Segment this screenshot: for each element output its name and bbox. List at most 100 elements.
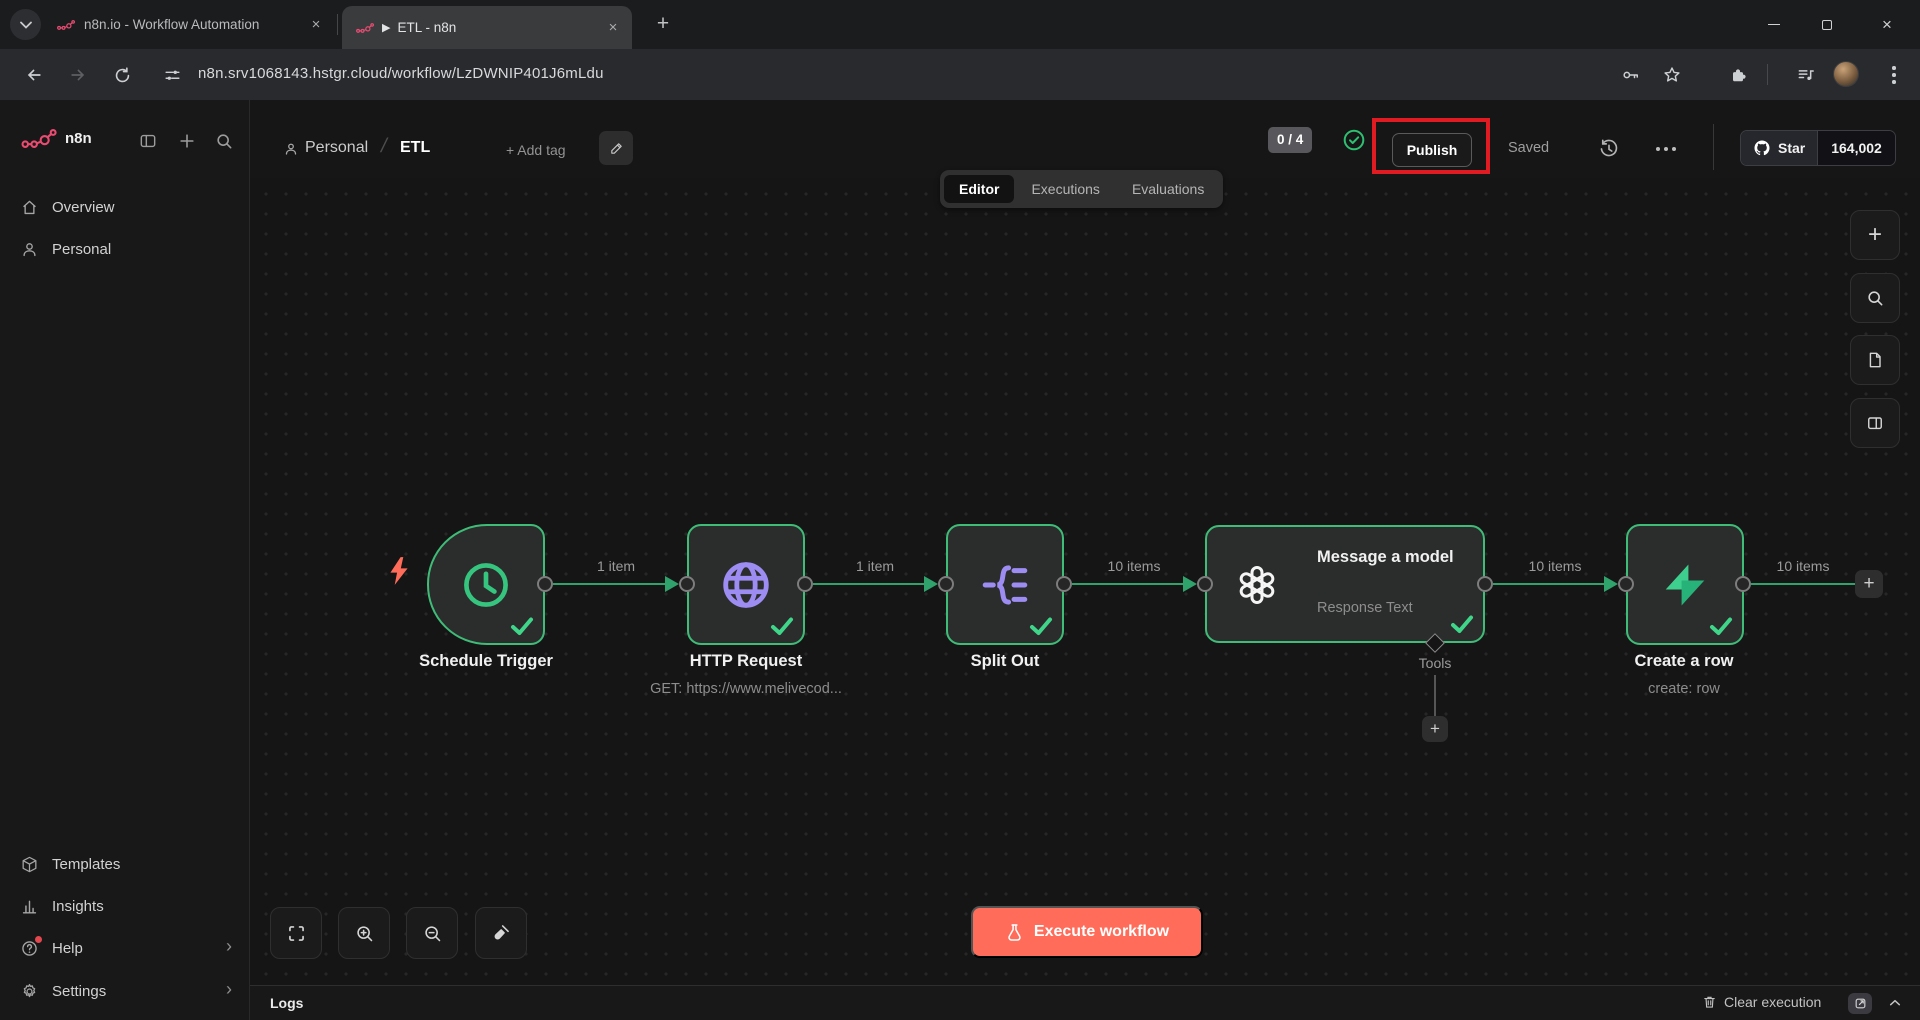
input-endpoint[interactable] xyxy=(1197,576,1213,592)
version-history-icon[interactable] xyxy=(1598,138,1620,160)
github-star-widget[interactable]: Star 164,002 xyxy=(1740,130,1896,166)
sidebar-item-personal[interactable]: Personal xyxy=(0,232,250,266)
output-endpoint[interactable] xyxy=(1477,576,1493,592)
profile-avatar[interactable] xyxy=(1833,61,1859,87)
split-panel-icon xyxy=(1865,413,1885,433)
back-button[interactable] xyxy=(22,63,46,87)
output-endpoint[interactable] xyxy=(1056,576,1072,592)
connection-line[interactable] xyxy=(553,583,665,585)
sidebar-item-overview[interactable]: Overview xyxy=(0,190,250,224)
node-schedule-trigger[interactable] xyxy=(427,524,545,645)
success-check-icon xyxy=(1450,614,1474,634)
n8n-favicon-icon xyxy=(356,22,374,34)
output-endpoint[interactable] xyxy=(797,576,813,592)
node-split-out[interactable] xyxy=(946,524,1064,645)
connection-line[interactable] xyxy=(1493,583,1604,585)
saved-status: Saved xyxy=(1508,140,1549,156)
screen: n8n.io - Workflow Automation × ▶ ETL - n… xyxy=(0,0,1920,1020)
logs-panel-bar[interactable]: Logs Clear execution xyxy=(250,985,1920,1020)
zoom-to-fit-button[interactable] xyxy=(270,907,322,959)
node-http-request[interactable] xyxy=(687,524,805,645)
tab-close-icon[interactable]: × xyxy=(307,16,325,34)
reload-button[interactable] xyxy=(110,63,134,87)
breadcrumb-project[interactable]: Personal xyxy=(305,139,368,157)
input-endpoint[interactable] xyxy=(1618,576,1634,592)
tab-editor[interactable]: Editor xyxy=(944,175,1014,203)
open-nodes-panel-button[interactable]: + xyxy=(1850,210,1900,260)
sidebar-item-templates[interactable]: Templates xyxy=(0,847,250,881)
workflow-header: Personal / ETL + Add tag 0 / 4 Publish S… xyxy=(250,100,1920,178)
help-icon xyxy=(20,939,39,958)
connection-line[interactable] xyxy=(1751,583,1855,585)
rename-workflow-button[interactable] xyxy=(599,131,633,165)
sidebar-item-help[interactable]: Help › xyxy=(0,931,250,965)
brand-name: n8n xyxy=(65,130,92,147)
extensions-puzzle-icon[interactable] xyxy=(1726,63,1750,87)
supabase-icon xyxy=(1660,560,1710,610)
node-title: Message a model xyxy=(1317,546,1457,569)
tab-search-button[interactable] xyxy=(10,9,41,40)
url-bar[interactable]: n8n.srv1068143.hstgr.cloud/workflow/LzDW… xyxy=(198,65,604,82)
browser-menu-button[interactable] xyxy=(1882,63,1906,87)
media-playlist-icon[interactable] xyxy=(1794,63,1818,87)
clear-execution-button[interactable]: Clear execution xyxy=(1702,994,1821,1010)
window-close-button[interactable]: × xyxy=(1882,0,1892,49)
canvas-search-button[interactable] xyxy=(1850,273,1900,323)
browser-tab-overview[interactable]: n8n.io - Workflow Automation × xyxy=(45,0,335,49)
site-info-tune-icon[interactable] xyxy=(160,63,184,87)
n8n-favicon-icon xyxy=(57,19,75,31)
github-star-button[interactable]: Star xyxy=(1741,131,1817,165)
tab-evaluations[interactable]: Evaluations xyxy=(1117,175,1219,203)
workflow-canvas[interactable]: Schedule Trigger 1 item HTTP Request GET… xyxy=(250,178,1920,985)
zoom-out-button[interactable] xyxy=(406,907,458,959)
add-sticky-note-button[interactable] xyxy=(1850,335,1900,385)
expand-logs-button[interactable] xyxy=(1887,995,1903,1011)
sidebar-item-label: Help xyxy=(52,940,83,957)
bookmark-star-icon[interactable] xyxy=(1660,63,1684,87)
sidebar-item-label: Templates xyxy=(52,856,120,873)
connection-line[interactable] xyxy=(1072,583,1183,585)
logs-title: Logs xyxy=(270,995,303,1011)
workflow-name[interactable]: ETL xyxy=(400,139,430,157)
zoom-in-button[interactable] xyxy=(338,907,390,959)
add-tag-button[interactable]: + Add tag xyxy=(506,142,566,158)
add-tool-button[interactable]: + xyxy=(1422,716,1448,742)
tidy-up-button[interactable] xyxy=(475,907,527,959)
execute-workflow-label: Execute workflow xyxy=(1034,923,1169,941)
trigger-bolt-icon xyxy=(386,556,412,586)
collapse-sidebar-button[interactable] xyxy=(138,131,158,151)
window-minimize-button[interactable] xyxy=(1768,0,1780,49)
open-in-new-icon xyxy=(1854,997,1867,1010)
search-icon[interactable] xyxy=(214,131,234,151)
input-endpoint[interactable] xyxy=(679,576,695,592)
workflow-menu-button[interactable] xyxy=(1664,147,1668,151)
forward-button[interactable] xyxy=(66,63,90,87)
execute-workflow-button[interactable]: Execute workflow xyxy=(971,906,1203,958)
toggle-panel-button[interactable] xyxy=(1850,398,1900,448)
pop-out-logs-button[interactable] xyxy=(1848,993,1872,1014)
tab-executions[interactable]: Executions xyxy=(1016,175,1114,203)
input-endpoint[interactable] xyxy=(938,576,954,592)
browser-tab-etl-active[interactable]: ▶ ETL - n8n × xyxy=(342,6,632,49)
password-key-icon[interactable] xyxy=(1619,63,1643,87)
connection-items-label: 10 items xyxy=(1108,558,1161,574)
new-tab-button[interactable]: + xyxy=(650,12,676,38)
node-create-a-row[interactable] xyxy=(1626,524,1744,645)
sidebar-item-settings[interactable]: Settings › xyxy=(0,974,250,1008)
output-endpoint[interactable] xyxy=(537,576,553,592)
connection-line[interactable] xyxy=(813,583,924,585)
n8n-logo[interactable]: n8n xyxy=(20,128,92,149)
dots-vertical-icon xyxy=(1892,73,1896,77)
add-node-after-button[interactable]: + xyxy=(1855,570,1883,598)
success-check-icon xyxy=(510,616,534,636)
window-maximize-button[interactable] xyxy=(1822,0,1832,49)
node-message-a-model[interactable]: Message a model Response Text xyxy=(1205,525,1485,643)
tools-connector-line xyxy=(1434,675,1436,716)
publish-button[interactable]: Publish xyxy=(1392,133,1472,167)
node-label: Create a row xyxy=(1634,652,1733,671)
tab-close-icon[interactable]: × xyxy=(604,19,622,37)
add-workflow-button[interactable] xyxy=(177,131,197,151)
issues-count-badge: 0 / 4 xyxy=(1268,127,1312,153)
sidebar-item-insights[interactable]: Insights xyxy=(0,889,250,923)
output-endpoint[interactable] xyxy=(1735,576,1751,592)
